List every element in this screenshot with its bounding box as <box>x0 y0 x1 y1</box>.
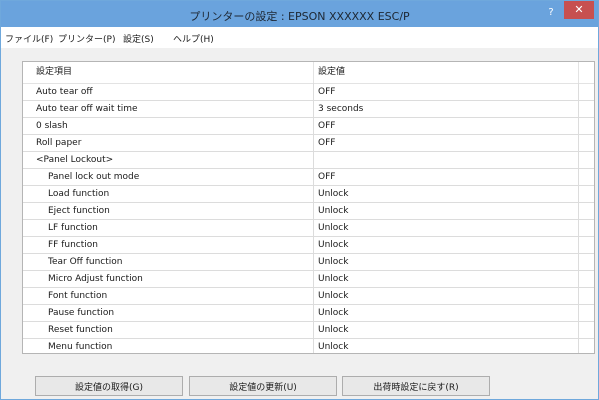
setting-name: Tear Off function <box>48 257 123 267</box>
table-row[interactable]: Load function Unlock <box>23 186 594 203</box>
setting-value: Unlock <box>318 291 349 301</box>
header-setting-item[interactable]: 設定項目 <box>36 62 72 83</box>
table-row[interactable]: Font function Unlock <box>23 288 594 305</box>
setting-name: 0 slash <box>36 121 68 131</box>
close-button[interactable]: ✕ <box>564 1 594 19</box>
header-divider[interactable] <box>313 62 314 83</box>
setting-value: OFF <box>318 87 336 97</box>
restore-defaults-button[interactable]: 出荷時設定に戻す(R) <box>342 376 490 396</box>
table-row[interactable]: <Panel Lockout> <box>23 152 594 169</box>
settings-list[interactable]: 設定項目 設定値 Auto tear off OFF Auto tear off w… <box>22 61 595 354</box>
table-row[interactable]: Tear Off function Unlock <box>23 254 594 271</box>
column-divider <box>578 83 579 353</box>
setting-name: Reset function <box>48 325 113 335</box>
setting-name: Auto tear off <box>36 87 93 97</box>
table-row[interactable]: Auto tear off OFF <box>23 84 594 101</box>
window-title: プリンターの設定 : EPSON XXXXXX ESC/P <box>189 10 410 23</box>
update-settings-button[interactable]: 設定値の更新(U) <box>189 376 337 396</box>
menu-help[interactable]: ヘルプ(H) <box>173 32 214 45</box>
header-divider[interactable] <box>578 62 579 83</box>
setting-value: Unlock <box>318 325 349 335</box>
setting-name: FF function <box>48 240 98 250</box>
setting-value: Unlock <box>318 240 349 250</box>
help-button[interactable]: ? <box>542 5 560 21</box>
setting-value: OFF <box>318 121 336 131</box>
setting-name: Font function <box>48 291 108 301</box>
table-row[interactable]: Auto tear off wait time 3 seconds <box>23 101 594 118</box>
setting-value: 3 seconds <box>318 104 364 114</box>
table-row[interactable]: 0 slash OFF <box>23 118 594 135</box>
menu-bar: ファイル(F) プリンター(P) 設定(S) ヘルプ(H) <box>1 27 598 47</box>
menu-printer[interactable]: プリンター(P) <box>58 32 115 45</box>
setting-name: <Panel Lockout> <box>36 155 114 165</box>
setting-name: LF function <box>48 223 98 233</box>
setting-value: Unlock <box>318 223 349 233</box>
client-area: 設定項目 設定値 Auto tear off OFF Auto tear off w… <box>1 48 598 399</box>
setting-name: Menu function <box>48 342 113 352</box>
menu-settings[interactable]: 設定(S) <box>123 32 154 45</box>
setting-name: Roll paper <box>36 138 82 148</box>
setting-name: Load function <box>48 189 110 199</box>
table-row[interactable]: Micro Adjust function Unlock <box>23 271 594 288</box>
table-row[interactable]: Pause function Unlock <box>23 305 594 322</box>
setting-value: Unlock <box>318 189 349 199</box>
setting-name: Auto tear off wait time <box>36 104 138 114</box>
column-divider <box>313 83 314 353</box>
header-setting-value[interactable]: 設定値 <box>318 62 345 83</box>
setting-name: Micro Adjust function <box>48 274 143 284</box>
setting-value: Unlock <box>318 274 349 284</box>
table-row[interactable]: LF function Unlock <box>23 220 594 237</box>
setting-value: Unlock <box>318 342 349 352</box>
get-settings-button[interactable]: 設定値の取得(G) <box>35 376 183 396</box>
setting-name: Eject function <box>48 206 110 216</box>
setting-name: Pause function <box>48 308 115 318</box>
setting-value: OFF <box>318 138 336 148</box>
table-row[interactable]: Roll paper OFF <box>23 135 594 152</box>
title-bar[interactable]: プリンターの設定 : EPSON XXXXXX ESC/P ? ✕ <box>1 1 598 27</box>
table-row[interactable]: FF function Unlock <box>23 237 594 254</box>
setting-value: Unlock <box>318 308 349 318</box>
table-row[interactable]: Reset function Unlock <box>23 322 594 339</box>
close-icon: ✕ <box>574 3 584 16</box>
list-header: 設定項目 設定値 <box>23 62 594 84</box>
setting-value: Unlock <box>318 257 349 267</box>
setting-name: Panel lock out mode <box>48 172 140 182</box>
menu-file[interactable]: ファイル(F) <box>5 32 53 45</box>
table-row[interactable]: Panel lock out mode OFF <box>23 169 594 186</box>
table-row[interactable]: Eject function Unlock <box>23 203 594 220</box>
setting-value: Unlock <box>318 206 349 216</box>
setting-value: OFF <box>318 172 336 182</box>
table-row[interactable]: Menu function Unlock <box>23 339 594 353</box>
printer-settings-window: プリンターの設定 : EPSON XXXXXX ESC/P ? ✕ ファイル(F… <box>0 0 599 400</box>
